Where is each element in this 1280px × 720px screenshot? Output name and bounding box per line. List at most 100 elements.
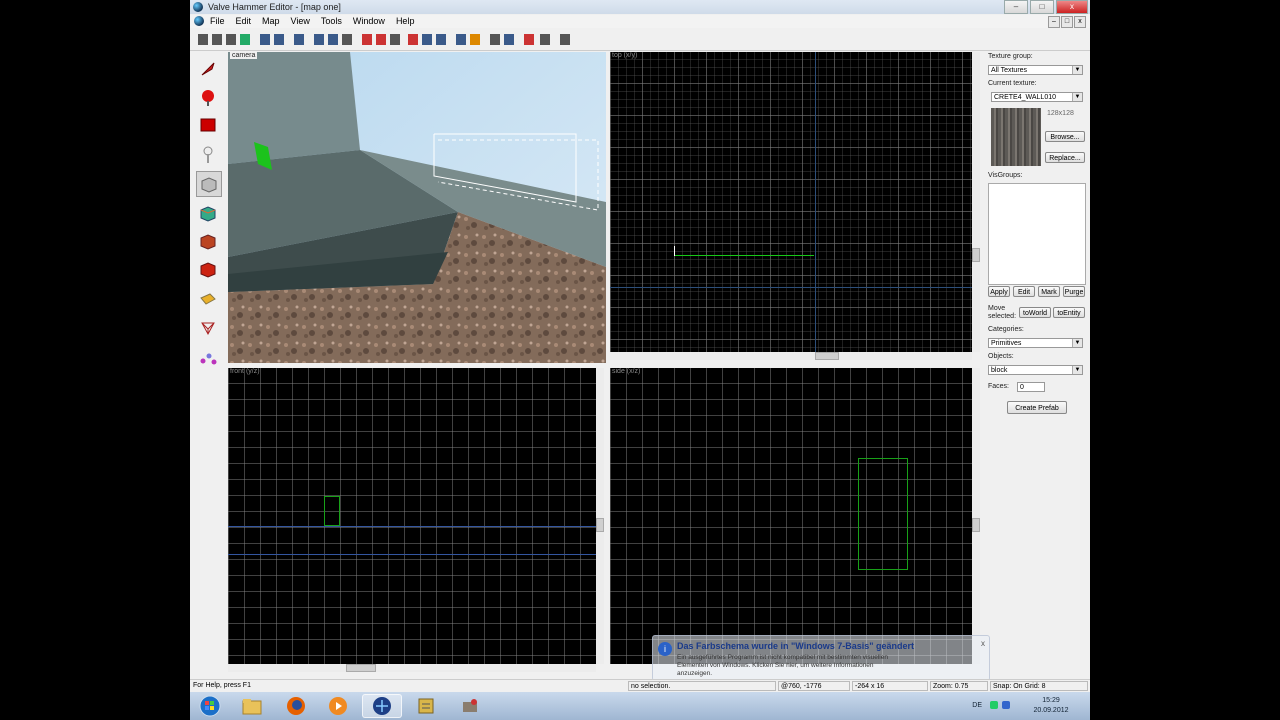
clip-tool[interactable] [196,287,220,311]
path-icon [200,353,217,365]
redo-icon[interactable] [274,34,284,45]
taskbar-media[interactable] [318,694,358,718]
texture-align-icon[interactable] [376,34,386,45]
to-entity-button[interactable]: toEntity [1053,307,1085,318]
categories-select[interactable]: Primitives ▼ [988,338,1083,348]
top-view-vscrollbar[interactable] [972,52,980,352]
cut-icon[interactable] [408,34,418,45]
taskbar-app[interactable] [406,694,446,718]
grid-smaller-icon[interactable] [212,34,222,45]
copy-icon[interactable] [422,34,432,45]
to-world-button[interactable]: toWorld [1019,307,1051,318]
taskbar-tool[interactable] [450,694,490,718]
side-viewport-label[interactable]: side (x/z) [612,368,640,375]
menu-help[interactable]: Help [396,16,415,26]
top-viewport[interactable]: top (x/y) [610,52,972,352]
front-view-hscroll-thumb[interactable] [346,664,376,672]
snap-icon[interactable] [390,34,400,45]
block-tool[interactable] [196,171,222,197]
hide-icon[interactable] [342,34,352,45]
paste-icon[interactable] [436,34,446,45]
path-tool[interactable] [196,347,220,371]
objects-select[interactable]: block ▼ [988,365,1083,375]
magnify-tool[interactable] [196,85,220,109]
texture-group-select[interactable]: All Textures ▼ [988,65,1083,75]
taskbar-firefox[interactable] [276,694,316,718]
side-brush-outline [858,458,908,570]
selection-tool[interactable] [196,57,220,81]
front-viewport[interactable]: front (y/z) [228,368,596,664]
decal-tool[interactable] [196,257,220,281]
vertex-tool[interactable] [196,315,220,339]
browse-button[interactable]: Browse... [1045,131,1085,142]
context-help-icon[interactable] [560,34,570,45]
front-viewport-label[interactable]: front (y/z) [230,368,260,375]
mark-button[interactable]: Mark [1038,286,1060,297]
notification-line-2: Elementen von Windows. Klicken Sie hier,… [677,662,874,669]
menu-edit[interactable]: Edit [236,16,252,26]
menu-map[interactable]: Map [262,16,280,26]
undo-icon[interactable] [260,34,270,45]
color-scheme-notification[interactable]: i Das Farbschema wurde in "Windows 7-Bas… [652,635,990,681]
grid-toggle-icon[interactable] [198,34,208,45]
camera-tool[interactable] [196,113,220,137]
mdi-minimize-button[interactable]: – [1048,16,1060,28]
clock[interactable]: 15:29 20.09.2012 [1022,696,1080,716]
document-icon[interactable] [194,16,204,26]
texture-tool[interactable] [196,201,220,225]
top-view-hscroll-thumb[interactable] [815,352,839,360]
hammer-editor-icon [373,697,391,715]
carve-icon[interactable] [294,34,304,45]
top-view-hscrollbar[interactable] [610,352,972,360]
box-select-icon[interactable] [490,34,500,45]
mdi-restore-button[interactable]: □ [1061,16,1073,28]
network-icon[interactable] [990,701,998,709]
visgroups-list[interactable] [988,183,1086,285]
current-texture-select[interactable]: CRETE4_WALL010 ▼ [991,92,1083,102]
3d-grid-icon[interactable] [226,34,236,45]
lightbulb-icon[interactable] [470,34,480,45]
apply-button[interactable]: Apply [988,286,1010,297]
taskbar-hammer[interactable] [362,694,402,718]
group-icon[interactable] [314,34,324,45]
taskbar-explorer[interactable] [232,694,272,718]
replace-button[interactable]: Replace... [1045,152,1085,163]
grid-larger-icon[interactable] [240,34,250,45]
apply-texture-tool[interactable] [196,229,220,253]
create-prefab-button[interactable]: Create Prefab [1007,401,1067,414]
chevron-down-icon: ▼ [1072,366,1082,374]
minimize-button[interactable]: – [1004,0,1028,14]
run-icon[interactable] [524,34,534,45]
front-view-vscroll-thumb[interactable] [596,518,604,532]
menu-tools[interactable]: Tools [321,16,342,26]
entity-tool[interactable] [196,143,220,167]
faces-input[interactable]: 0 [1017,382,1045,392]
menu-view[interactable]: View [291,16,310,26]
camera-viewport-label[interactable]: camera [230,52,258,59]
maximize-button[interactable]: □ [1030,0,1054,14]
edit-button[interactable]: Edit [1013,286,1035,297]
language-indicator[interactable]: DE [972,701,982,711]
texture-lock-icon[interactable] [362,34,372,45]
ungroup-icon[interactable] [328,34,338,45]
menu-window[interactable]: Window [353,16,385,26]
front-view-vscrollbar[interactable] [596,368,604,664]
camera-viewport[interactable]: camera [228,52,606,363]
side-view-vscroll-thumb[interactable] [972,518,980,532]
volume-icon[interactable] [1002,701,1010,709]
top-view-vscroll-thumb[interactable] [972,248,980,262]
close-button[interactable]: x [1056,0,1088,14]
menu-file[interactable]: File [210,16,225,26]
side-view-vscrollbar[interactable] [972,368,980,664]
top-viewport-label[interactable]: top (x/y) [612,52,637,59]
side-viewport[interactable]: side (x/z) [610,368,972,664]
info-icon: i [658,642,672,656]
arrow-icon[interactable] [504,34,514,45]
notification-close-icon[interactable]: x [981,639,985,648]
mdi-close-button[interactable]: x [1074,16,1086,28]
run-map-icon[interactable] [456,34,466,45]
front-view-hscrollbar[interactable] [228,664,596,672]
start-button[interactable] [190,694,230,718]
purge-button[interactable]: Purge [1063,286,1085,297]
help-icon[interactable] [540,34,550,45]
